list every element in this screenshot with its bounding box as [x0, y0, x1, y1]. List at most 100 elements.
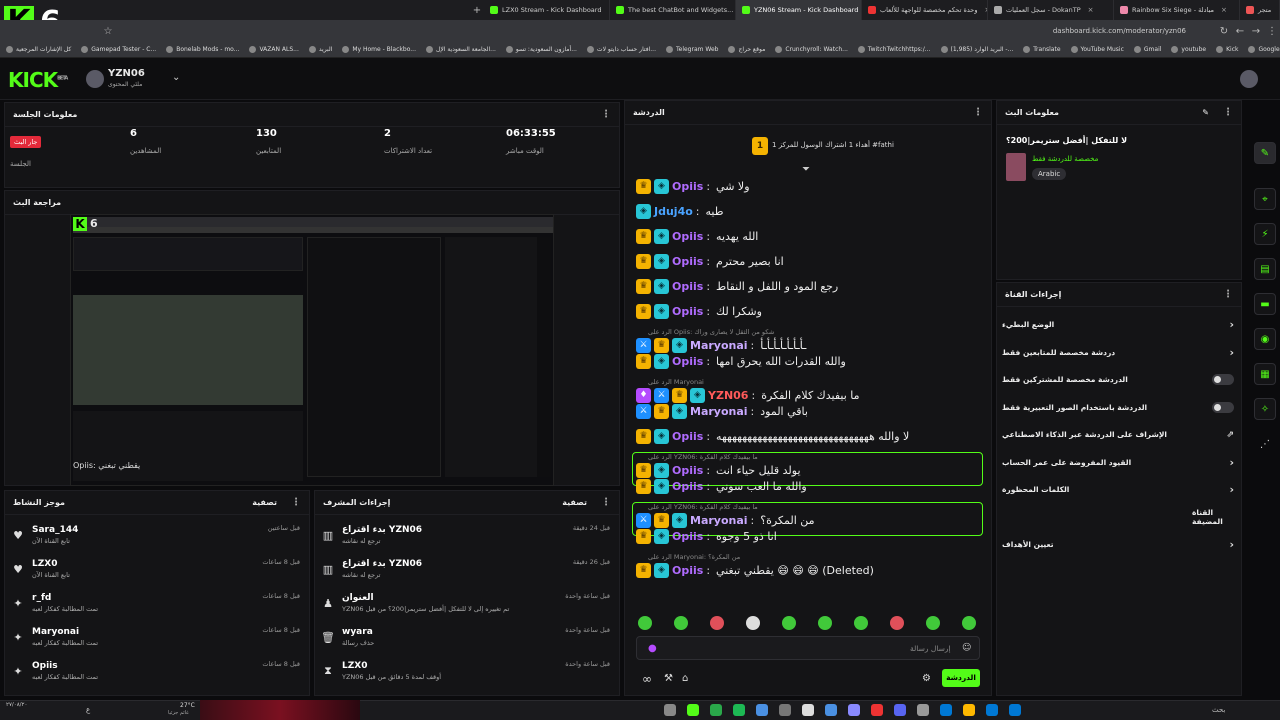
chat-message[interactable]: ♛ ◈ Opiis: والله ما العب سوني — [636, 476, 807, 496]
emote-icon[interactable] — [818, 616, 832, 630]
taskbar-app-icon[interactable] — [917, 704, 929, 716]
taskbar-app-icon[interactable] — [710, 704, 722, 716]
extensions-icon[interactable]: ⋮ — [1264, 26, 1280, 37]
activity-filter-button[interactable]: تصفية — [252, 498, 277, 507]
taskbar-app-icon[interactable] — [687, 704, 699, 716]
kick-logo[interactable]: KICKBETA — [8, 68, 68, 92]
taskbar-app-icon[interactable] — [963, 704, 975, 716]
chat-rail-icon[interactable]: ▬ — [1254, 293, 1276, 315]
taskbar-app-icon[interactable] — [802, 704, 814, 716]
chevron-right-icon[interactable]: › — [1229, 346, 1234, 359]
chat-message[interactable]: ⚔ ♛ ◈ Maryonai: باقي المود — [636, 401, 808, 421]
user-menu-avatar[interactable] — [1240, 70, 1258, 88]
channel-action-row[interactable]: الدردشة مخصصة للمشتركين فقط — [1002, 366, 1234, 393]
browser-tab[interactable]: YZN06 Stream - Kick Dashboard× — [736, 0, 862, 20]
emote-icon[interactable] — [926, 616, 940, 630]
bookmark-item[interactable]: My Home - Blackbo... — [342, 46, 416, 53]
settings-gear-icon[interactable]: ⚙ — [922, 673, 931, 684]
chat-send-button[interactable]: الدردشة — [942, 669, 980, 687]
taskbar-search[interactable]: بحث — [1212, 706, 1225, 714]
emote-icon[interactable] — [962, 616, 976, 630]
url-field[interactable]: dashboard.kick.com/moderator/yzn06 — [116, 27, 1216, 35]
layers-rail-icon[interactable]: ▦ — [1254, 363, 1276, 385]
chat-username[interactable]: Opiis — [672, 230, 703, 243]
modactions-menu-icon[interactable]: ⋮ — [601, 497, 611, 508]
bookmark-item[interactable]: أمازون السعودية: تسو... — [505, 46, 577, 53]
bookmark-item[interactable]: Crunchyroll: Watch... — [775, 46, 848, 53]
scan-rail-icon[interactable]: ⌖ — [1254, 188, 1276, 210]
wrench-rail-icon[interactable]: ✧ — [1254, 398, 1276, 420]
taskbar-app-icon[interactable] — [940, 704, 952, 716]
emote-icon[interactable] — [746, 616, 760, 630]
bookmark-item[interactable]: youtube — [1171, 46, 1206, 53]
emote-icon[interactable] — [710, 616, 724, 630]
browser-tab[interactable]: LZX0 Stream - Kick Dashboard× — [484, 0, 610, 20]
bookmark-item[interactable]: Gmail — [1133, 46, 1161, 53]
channel-action-row[interactable]: تعيين الأهداف › — [1002, 531, 1234, 558]
browser-tab[interactable]: متجر× — [1240, 0, 1280, 20]
emote-icon[interactable] — [674, 616, 688, 630]
chat-username[interactable]: Opiis — [672, 480, 703, 493]
bookmark-item[interactable]: موقع حراج — [728, 46, 765, 53]
chat-username[interactable]: Maryonai — [690, 514, 748, 527]
chat-message[interactable]: ♛ ◈ Opiis: ولا شي — [636, 176, 750, 196]
taskbar-app-icon[interactable] — [756, 704, 768, 716]
taskbar-weather[interactable]: 27°C — [180, 702, 195, 709]
store-icon[interactable]: ⌂ — [682, 673, 688, 684]
chevron-down-icon[interactable]: ⌄ — [172, 72, 180, 83]
forward-icon[interactable]: → — [1248, 26, 1264, 37]
chat-message[interactable]: ♛ ◈ Opiis: انا بصير محترم — [636, 251, 784, 271]
bolt-rail-icon[interactable]: ⚡ — [1254, 223, 1276, 245]
chat-username[interactable]: Jduj4o — [654, 205, 693, 218]
chat-username[interactable]: Maryonai — [690, 339, 748, 352]
bookmark-item[interactable]: (1,985) البريد الوارد -... — [940, 46, 1013, 53]
browser-tab[interactable]: سجل العمليات - DokanTP × — [988, 0, 1114, 20]
emote-icon[interactable] — [782, 616, 796, 630]
session-menu-icon[interactable]: ⋮ — [601, 109, 611, 120]
chat-message[interactable]: ♛ ◈ Opiis: لا والله ههههههههههههههههههههههه… — [636, 426, 909, 446]
bookmark-item[interactable]: البريد — [308, 46, 332, 53]
chat-message[interactable]: ♛ ◈ Opiis: وشكرا لك — [636, 301, 762, 321]
chat-username[interactable]: Opiis — [672, 530, 703, 543]
chevron-right-icon[interactable]: › — [1229, 318, 1234, 331]
chat-message[interactable]: ◈ Jduj4o: طيه — [636, 201, 723, 221]
channel-action-row[interactable]: القيود المفروضة على عمر الحساب › — [1002, 449, 1234, 476]
stream-category[interactable]: مخصصة للدردشة فقط — [1032, 155, 1098, 163]
chat-username[interactable]: Opiis — [672, 564, 703, 577]
bookmark-item[interactable]: Telegram Web — [665, 46, 718, 53]
channel-action-row[interactable]: الكلمات المحظورة › — [1002, 476, 1234, 503]
bookmark-item[interactable]: Gamepad Tester - C... — [81, 46, 156, 53]
chat-menu-icon[interactable]: ⋮ — [973, 107, 983, 118]
chat-username[interactable]: Opiis — [672, 255, 703, 268]
chevron-right-icon[interactable]: › — [1229, 483, 1234, 496]
chat-username[interactable]: Opiis — [672, 180, 703, 193]
new-tab-button[interactable]: + — [470, 5, 484, 16]
taskbar-lang[interactable]: ع — [86, 706, 90, 714]
emote-icon[interactable] — [638, 616, 652, 630]
bookmark-item[interactable]: Translate — [1023, 46, 1061, 53]
chat-username[interactable]: YZN06 — [708, 389, 748, 402]
emoji-icon[interactable]: ☺ — [962, 643, 971, 653]
browser-tab[interactable]: وحدة تحكم مخصصة للواجهة للألعاب× — [862, 0, 988, 20]
reload-icon[interactable]: ↻ — [1216, 26, 1232, 37]
bookmark-item[interactable]: افتار حساب دايتو لات... — [586, 46, 656, 53]
taskbar-app-icon[interactable] — [1009, 704, 1021, 716]
taskbar-app-icon[interactable] — [733, 704, 745, 716]
tools-icon[interactable]: ⚒ — [664, 673, 673, 684]
nodes-rail-icon[interactable]: ⋰ — [1254, 433, 1276, 455]
chat-message[interactable]: ♛ ◈ Opiis: الله يهديه — [636, 226, 758, 246]
chat-message[interactable]: ♛ ◈ Opiis: انا ذو 5 وجوه — [636, 526, 777, 546]
chevron-right-icon[interactable]: › — [1229, 456, 1234, 469]
chat-message[interactable]: ♛ ◈ Opiis: رجع المود و اللفل و النقاط — [636, 276, 838, 296]
taskbar-app-icon[interactable] — [848, 704, 860, 716]
bookmark-item[interactable]: TwitchTwitchhttps:/... — [857, 46, 931, 53]
taskbar-app-icon[interactable] — [871, 704, 883, 716]
chat-message[interactable]: ♛ ◈ Opiis: والله القدرات الله يحرق امها — [636, 351, 846, 371]
chat-username[interactable]: Maryonai — [690, 405, 748, 418]
emote-icon[interactable] — [854, 616, 868, 630]
toggle-switch[interactable] — [1212, 374, 1234, 385]
collapse-chevron-icon[interactable]: ⏷ — [802, 164, 810, 175]
channel-action-row[interactable]: الوضع البطيء › — [1002, 311, 1234, 338]
bookmark-item[interactable]: VAZAN ALS... — [249, 46, 299, 53]
edit-pencil-icon[interactable]: ✎ — [1202, 108, 1209, 117]
